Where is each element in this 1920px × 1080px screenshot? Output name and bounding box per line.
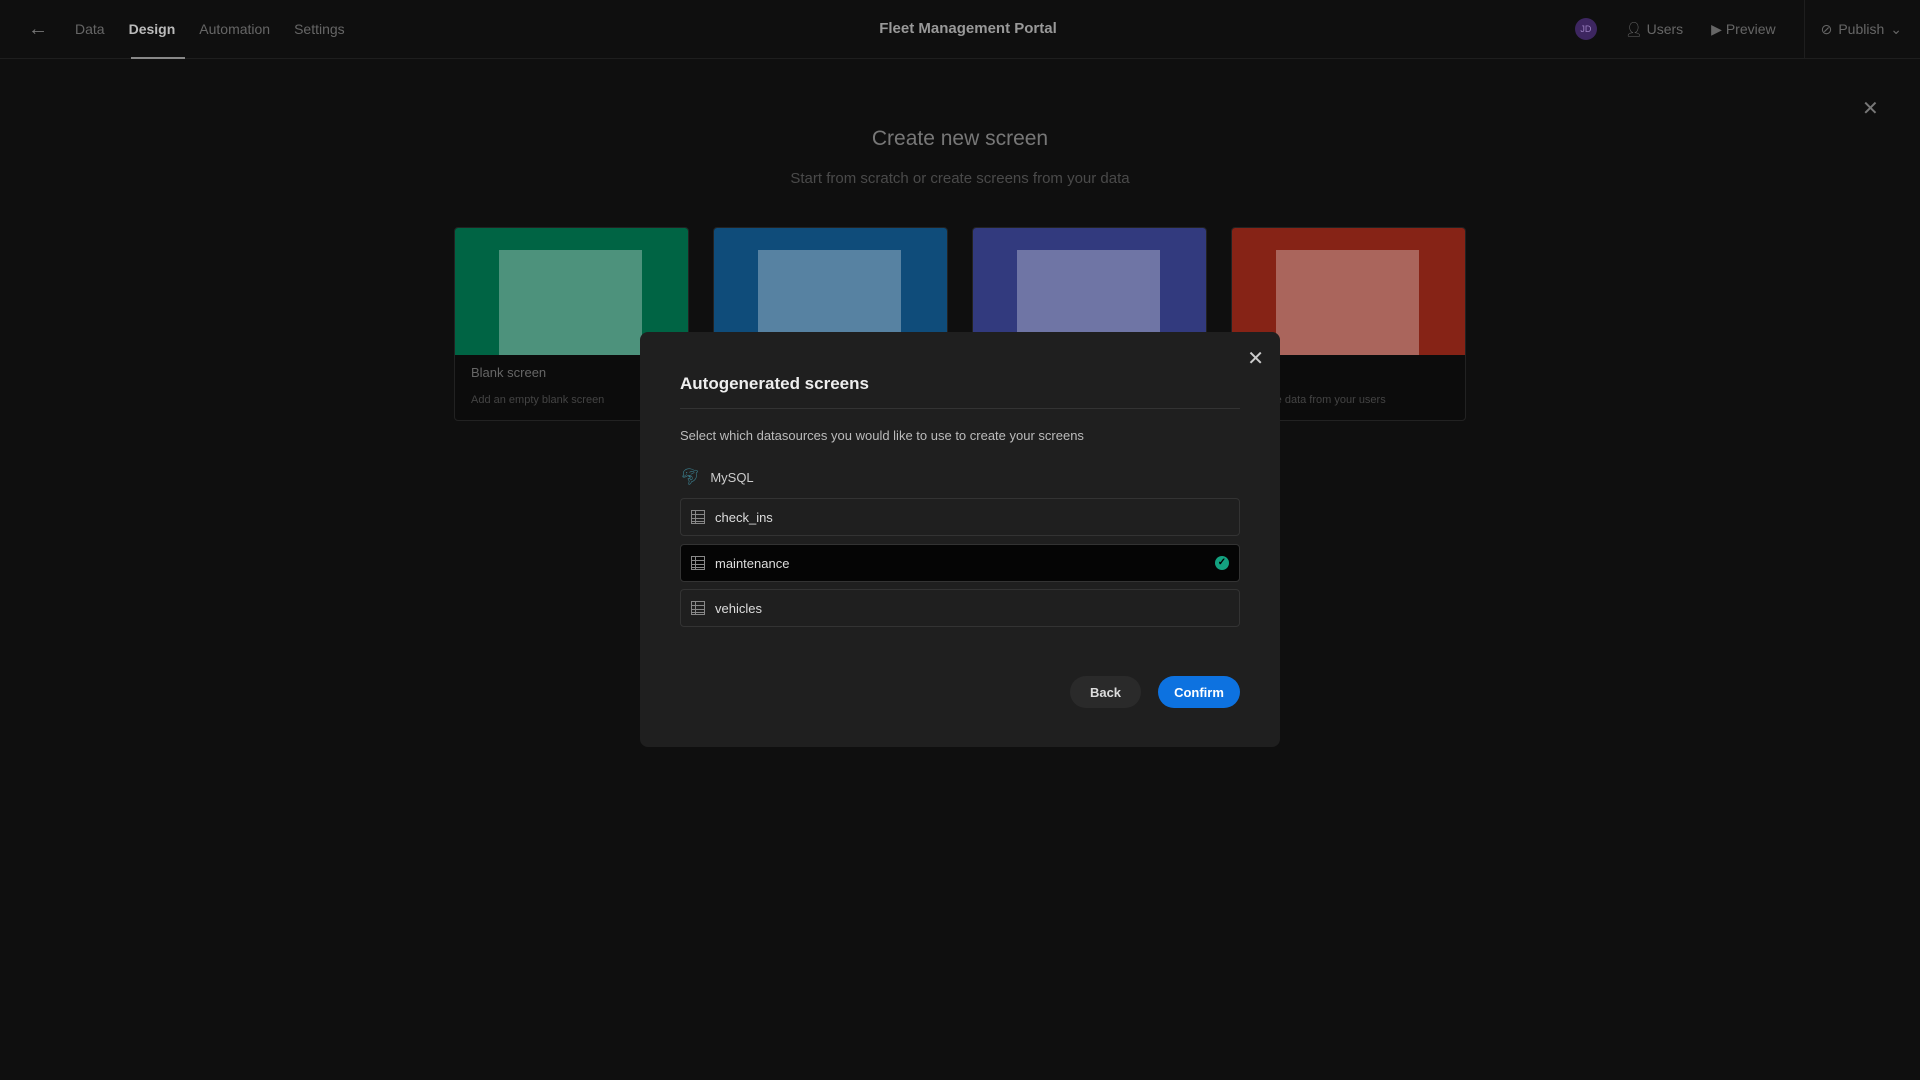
users-label: Users bbox=[1646, 20, 1684, 37]
card-label: Blank screen bbox=[471, 365, 547, 380]
table-name: check_ins bbox=[715, 509, 773, 525]
table-icon bbox=[691, 556, 705, 570]
publish-icon: ⊘ bbox=[1820, 20, 1833, 37]
modal-title: Autogenerated screens bbox=[680, 374, 869, 393]
datasource-label: MySQL bbox=[710, 469, 754, 485]
divider bbox=[680, 408, 1240, 409]
table-icon bbox=[691, 601, 705, 615]
page-title: Create new screen bbox=[871, 127, 1049, 150]
mysql-icon: 🐬︎ bbox=[680, 469, 701, 486]
table-name: maintenance bbox=[715, 555, 790, 571]
publish-label: Publish bbox=[1838, 21, 1885, 37]
preview-label: Preview bbox=[1725, 20, 1776, 37]
avatar[interactable]: JD bbox=[1574, 18, 1597, 40]
card-description: re data from your users bbox=[1272, 394, 1386, 406]
confirm-button[interactable]: Confirm bbox=[1158, 676, 1240, 708]
users-button[interactable]: 👤︎ Users bbox=[1625, 21, 1683, 38]
autogenerated-screens-modal: ✕ Autogenerated screens Select which dat… bbox=[640, 332, 1280, 747]
close-icon[interactable]: ✕ bbox=[1862, 96, 1879, 121]
play-icon: ▶︎ bbox=[1711, 20, 1726, 37]
datasource-mysql: 🐬︎ MySQL bbox=[680, 467, 754, 487]
publish-button[interactable]: ⊘ Publish ⌄ bbox=[1803, 0, 1902, 58]
check-circle-icon: ✓ bbox=[1215, 556, 1229, 570]
table-icon bbox=[691, 510, 705, 524]
card-description: Add an empty blank screen bbox=[471, 394, 605, 406]
chevron-down-icon[interactable]: ⌄ bbox=[1890, 21, 1902, 38]
preview-button[interactable]: ▶︎ Preview bbox=[1711, 21, 1775, 38]
table-option-check-ins[interactable]: check_ins bbox=[680, 498, 1240, 536]
back-button[interactable]: Back bbox=[1070, 676, 1141, 708]
modal-description: Select which datasources you would like … bbox=[680, 428, 1084, 443]
table-option-maintenance[interactable]: maintenance ✓ bbox=[680, 544, 1240, 582]
user-icon: 👤︎ bbox=[1624, 20, 1647, 37]
page-subtitle: Start from scratch or create screens fro… bbox=[790, 170, 1130, 187]
table-option-vehicles[interactable]: vehicles bbox=[680, 589, 1240, 627]
top-bar: ← Data Design Automation Settings Fleet … bbox=[0, 0, 1920, 59]
table-name: vehicles bbox=[715, 600, 762, 616]
close-icon[interactable]: ✕ bbox=[1247, 346, 1264, 371]
